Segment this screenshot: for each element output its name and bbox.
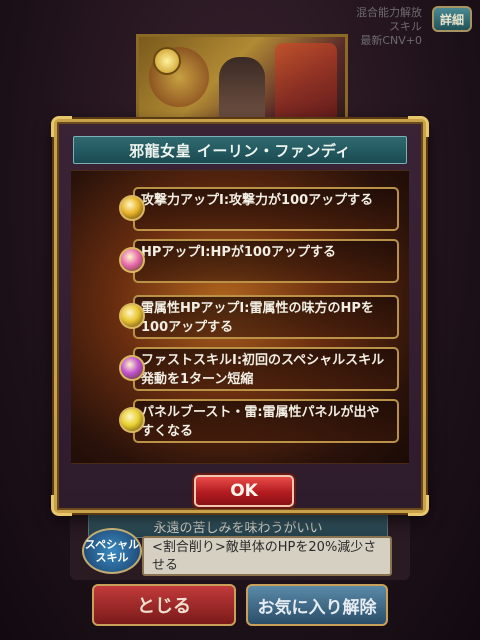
corner-ornament [51, 495, 72, 516]
status-line-3: 最新CNV+0 [360, 34, 422, 47]
skill-row-3: 雷属性HPアップⅠ:雷属性の味方のHPを100アップする [133, 295, 399, 339]
favorite-remove-button[interactable]: お気に入り解除 [246, 584, 388, 626]
corner-ornament [408, 495, 429, 516]
corner-ornament [51, 116, 72, 137]
detail-button[interactable]: 詳細 [432, 6, 472, 32]
special-skill-description: <割合削り>敵単体のHPを20%減少させる [142, 536, 392, 576]
panel-boost-icon [119, 407, 145, 433]
skill-row-2: HPアップⅠ:HPが100アップする [133, 239, 399, 283]
hp-up-icon [119, 247, 145, 273]
close-button[interactable]: とじる [92, 584, 236, 626]
thunder-hp-up-icon [119, 303, 145, 329]
dialog-title: 邪龍女皇 イーリン・ファンディ [73, 136, 407, 164]
fast-skill-icon [119, 355, 145, 381]
thunder-attribute-icon [153, 47, 181, 75]
special-skill-badge: スペシャルスキル [82, 528, 142, 574]
skill-list-panel: 攻撃力アップⅠ:攻撃力が100アップする HPアップⅠ:HPが100アップする … [71, 170, 409, 464]
status-line-2: スキル [389, 20, 422, 33]
skill-row-5: パネルブースト・雷:雷属性パネルが出やすくなる [133, 399, 399, 443]
attack-up-icon [119, 195, 145, 221]
ok-button[interactable]: OK [194, 475, 294, 507]
corner-ornament [408, 116, 429, 137]
card-art-dragon [275, 43, 337, 123]
skill-row-1: 攻撃力アップⅠ:攻撃力が100アップする [133, 187, 399, 231]
skill-dialog: 邪龍女皇 イーリン・ファンディ 攻撃力アップⅠ:攻撃力が100アップする HPア… [51, 116, 429, 516]
status-line-1: 混合能力解放 [356, 6, 422, 19]
skill-row-4: ファストスキルⅠ:初回のスペシャルスキル発動を1ターン短縮 [133, 347, 399, 391]
background-status-text: 混合能力解放 スキル 最新CNV+0 [356, 6, 422, 48]
